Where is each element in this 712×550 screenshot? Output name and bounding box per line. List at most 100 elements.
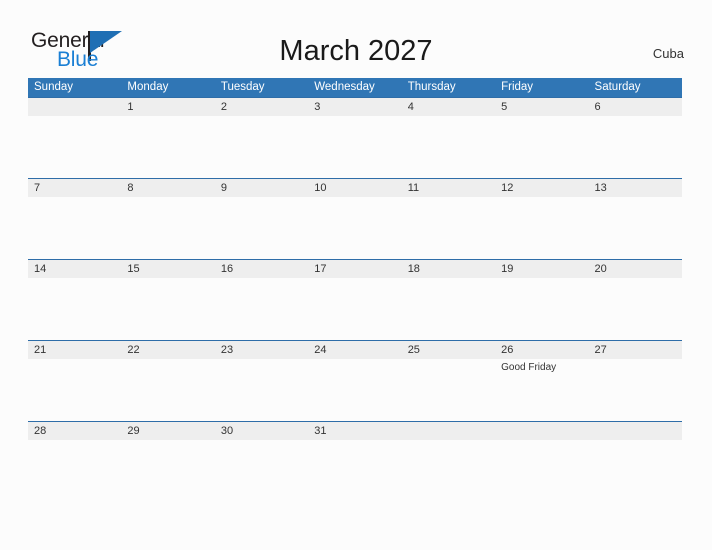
day-cell[interactable]	[215, 359, 308, 421]
day-cell[interactable]	[121, 116, 214, 178]
day-number[interactable]: 21	[28, 341, 121, 359]
event-label: Good Friday	[501, 362, 557, 373]
day-number[interactable]: 13	[589, 179, 682, 197]
day-header-tuesday: Tuesday	[220, 81, 265, 93]
page-title: March 2027	[279, 35, 433, 67]
calendar-week-row: 1 2 3 4 5 6	[28, 97, 682, 178]
day-cell[interactable]	[589, 197, 682, 259]
day-number[interactable]: 16	[215, 260, 308, 278]
day-cell[interactable]	[308, 116, 401, 178]
day-cell[interactable]	[121, 440, 214, 500]
country-label: Cuba	[652, 46, 684, 61]
day-header-saturday: Saturday	[594, 81, 641, 93]
week-dates-row: 1 2 3 4 5 6	[28, 98, 682, 116]
day-cell[interactable]	[402, 197, 495, 259]
logo-text-blue: Blue	[57, 48, 99, 71]
day-cell[interactable]	[589, 440, 682, 500]
day-cell[interactable]	[308, 278, 401, 340]
day-number[interactable]: 22	[121, 341, 214, 359]
day-number[interactable]	[402, 422, 495, 440]
day-number[interactable]: 6	[589, 98, 682, 116]
week-events-row	[28, 197, 682, 259]
day-header-monday: Monday	[127, 81, 169, 93]
week-events-row	[28, 440, 682, 500]
day-cell[interactable]	[215, 278, 308, 340]
calendar-week-row: 21 22 23 24 25 26 27 Good Friday	[28, 340, 682, 421]
week-events-row: Good Friday	[28, 359, 682, 421]
day-number[interactable]: 23	[215, 341, 308, 359]
day-number[interactable]: 28	[28, 422, 121, 440]
day-number[interactable]: 24	[308, 341, 401, 359]
page-header: General Blue March 2027 Cuba	[0, 0, 712, 76]
day-cell[interactable]	[28, 197, 121, 259]
day-number[interactable]: 29	[121, 422, 214, 440]
day-number[interactable]: 31	[308, 422, 401, 440]
day-cell[interactable]	[495, 197, 588, 259]
day-number[interactable]: 18	[402, 260, 495, 278]
week-dates-row: 7 8 9 10 11 12 13	[28, 179, 682, 197]
calendar-grid: Sunday Monday Tuesday Wednesday Thursday…	[28, 78, 682, 500]
day-number[interactable]: 15	[121, 260, 214, 278]
day-cell[interactable]	[215, 116, 308, 178]
day-number[interactable]: 30	[215, 422, 308, 440]
day-number[interactable]: 9	[215, 179, 308, 197]
day-cell[interactable]	[28, 116, 121, 178]
day-number[interactable]: 7	[28, 179, 121, 197]
calendar-week-row: 7 8 9 10 11 12 13	[28, 178, 682, 259]
day-number[interactable]: 17	[308, 260, 401, 278]
week-dates-row: 28 29 30 31	[28, 422, 682, 440]
day-number[interactable]: 2	[215, 98, 308, 116]
day-cell[interactable]	[121, 359, 214, 421]
day-of-week-header-row: Sunday Monday Tuesday Wednesday Thursday…	[28, 78, 682, 97]
day-cell[interactable]	[308, 359, 401, 421]
day-number[interactable]: 12	[495, 179, 588, 197]
day-cell[interactable]	[495, 278, 588, 340]
day-number[interactable]	[495, 422, 588, 440]
day-cell[interactable]	[495, 116, 588, 178]
day-cell[interactable]	[589, 359, 682, 421]
day-cell[interactable]	[589, 278, 682, 340]
day-cell[interactable]	[495, 440, 588, 500]
general-blue-logo[interactable]: General Blue	[31, 30, 151, 72]
day-number[interactable]: 14	[28, 260, 121, 278]
day-cell[interactable]	[215, 197, 308, 259]
day-cell[interactable]: Good Friday	[495, 359, 588, 421]
day-number[interactable]	[28, 98, 121, 116]
day-cell[interactable]	[28, 359, 121, 421]
day-cell[interactable]	[308, 440, 401, 500]
day-number[interactable]: 1	[121, 98, 214, 116]
day-header-wednesday: Wednesday	[314, 81, 375, 93]
day-number[interactable]: 27	[589, 341, 682, 359]
day-number[interactable]: 11	[402, 179, 495, 197]
day-cell[interactable]	[28, 278, 121, 340]
day-number[interactable]: 25	[402, 341, 495, 359]
day-number[interactable]: 19	[495, 260, 588, 278]
day-cell[interactable]	[121, 197, 214, 259]
day-number[interactable]: 20	[589, 260, 682, 278]
day-number[interactable]: 26	[495, 341, 588, 359]
day-cell[interactable]	[402, 440, 495, 500]
day-number[interactable]: 4	[402, 98, 495, 116]
day-cell[interactable]	[121, 278, 214, 340]
week-dates-row: 21 22 23 24 25 26 27	[28, 341, 682, 359]
day-cell[interactable]	[28, 440, 121, 500]
day-cell[interactable]	[402, 278, 495, 340]
day-cell[interactable]	[402, 116, 495, 178]
day-header-sunday: Sunday	[34, 81, 74, 93]
day-number[interactable]: 5	[495, 98, 588, 116]
day-number[interactable]: 3	[308, 98, 401, 116]
week-events-row	[28, 278, 682, 340]
calendar-week-row: 14 15 16 17 18 19 20	[28, 259, 682, 340]
calendar-week-row: 28 29 30 31	[28, 421, 682, 500]
day-number[interactable]: 8	[121, 179, 214, 197]
day-cell[interactable]	[308, 197, 401, 259]
calendar-page: General Blue March 2027 Cuba Sunday Mond…	[0, 0, 712, 550]
day-header-thursday: Thursday	[407, 81, 456, 93]
week-events-row	[28, 116, 682, 178]
day-cell[interactable]	[589, 116, 682, 178]
day-number[interactable]	[589, 422, 682, 440]
day-number[interactable]: 10	[308, 179, 401, 197]
week-dates-row: 14 15 16 17 18 19 20	[28, 260, 682, 278]
day-cell[interactable]	[215, 440, 308, 500]
day-cell[interactable]	[402, 359, 495, 421]
